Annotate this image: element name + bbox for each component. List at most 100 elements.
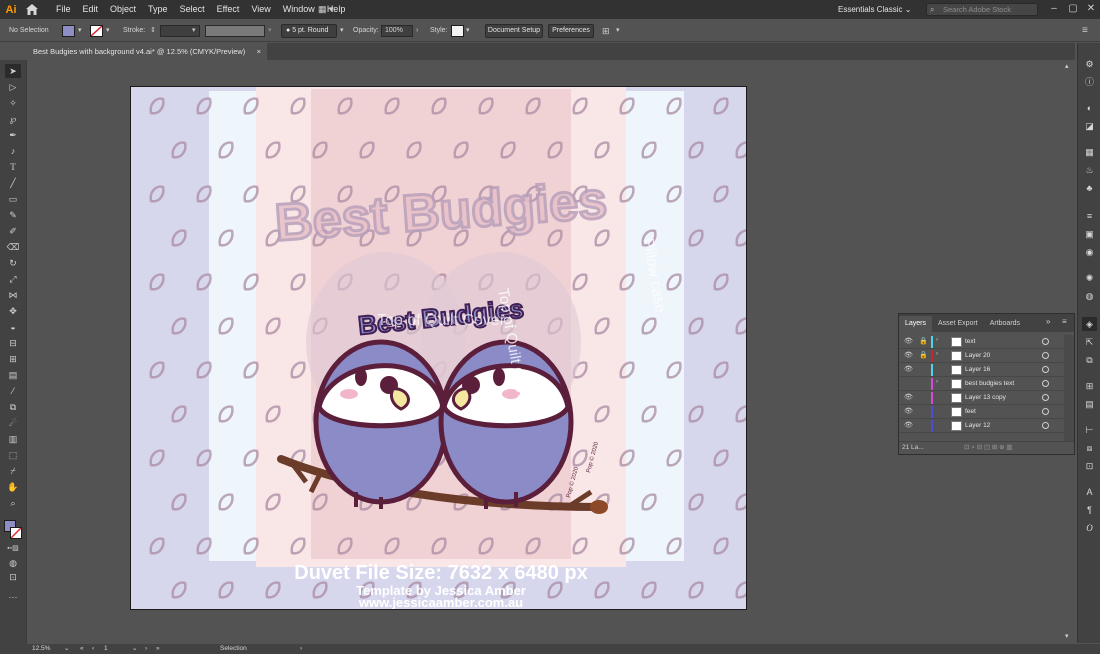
links-icon[interactable]: ⊞	[1082, 379, 1097, 393]
magic-wand-icon[interactable]: ✧	[5, 96, 21, 110]
chevron-right-icon[interactable]: ›	[300, 644, 302, 654]
lock-icon[interactable]: 🔒	[919, 352, 928, 360]
scale-tool-icon[interactable]: ⤢	[5, 272, 21, 286]
tab-asset-export[interactable]: Asset Export	[932, 316, 984, 332]
arrange-icon[interactable]: ⊞	[602, 20, 610, 42]
asset-export-icon[interactable]: ⇱	[1082, 335, 1097, 349]
layer-name[interactable]: Layer 20	[965, 349, 990, 363]
preferences-button[interactable]: Preferences	[548, 24, 594, 38]
layer-row[interactable]: 👁 🔒 › text	[899, 335, 1064, 349]
draw-mode-icon[interactable]: ◍	[5, 556, 21, 570]
chevron-down-icon[interactable]: ⌄	[132, 644, 137, 654]
scroll-up-icon[interactable]: ▴	[1065, 62, 1069, 70]
pen-tool-icon[interactable]: ✒	[5, 128, 21, 142]
workspace-switcher[interactable]: Essentials Classic ⌄	[838, 3, 916, 16]
lock-icon[interactable]	[919, 366, 927, 374]
layer-row[interactable]: 👁 Layer 13 copy	[899, 391, 1064, 405]
appearance-icon[interactable]: ✺	[1082, 271, 1097, 285]
pathfinder-icon[interactable]: ⧈	[1082, 441, 1097, 455]
home-icon[interactable]	[22, 4, 42, 15]
properties-icon[interactable]: ⚙	[1082, 57, 1097, 71]
visibility-eye-icon[interactable]: 👁	[904, 338, 913, 346]
line-tool-icon[interactable]: ╱	[5, 176, 21, 190]
visibility-eye-icon[interactable]: 👁	[904, 366, 913, 374]
artboard-number[interactable]: 1	[104, 644, 108, 654]
graphic-style-swatch[interactable]	[451, 25, 464, 37]
blend-tool-icon[interactable]: ⧉	[5, 400, 21, 414]
chevron-down-icon[interactable]: ▾	[340, 20, 344, 42]
last-artboard-icon[interactable]: »	[156, 644, 160, 654]
search-stock-input[interactable]: ⌕ Search Adobe Stock	[926, 3, 1038, 16]
collapse-panel-icon[interactable]: »	[1046, 317, 1050, 326]
layers-icon[interactable]: ◈	[1082, 317, 1097, 331]
artboard-tool-icon[interactable]: ⬚	[5, 448, 21, 462]
lasso-icon[interactable]: ℘	[5, 112, 21, 126]
tab-artboards[interactable]: Artboards	[984, 316, 1026, 332]
visibility-eye-icon[interactable]: 👁	[904, 352, 913, 360]
screen-mode-icon[interactable]: ⊡	[5, 570, 21, 584]
layer-row[interactable]: › best budgies text	[899, 377, 1064, 391]
chevron-down-icon[interactable]: ⌄	[64, 644, 69, 654]
variable-width-profile[interactable]	[205, 25, 265, 37]
layer-target-icon[interactable]	[1042, 338, 1049, 345]
layer-name[interactable]: best budgies text	[965, 377, 1014, 391]
visibility-eye-icon[interactable]: 👁	[904, 408, 913, 416]
chevron-down-icon[interactable]: ▾	[78, 20, 82, 42]
curvature-tool-icon[interactable]: ♪	[5, 144, 21, 158]
panel-menu-icon[interactable]: ≡	[1082, 20, 1088, 42]
layer-name[interactable]: text	[965, 335, 975, 349]
prev-artboard-icon[interactable]: ‹	[92, 644, 94, 654]
layer-target-icon[interactable]	[1042, 366, 1049, 373]
stroke-color-box[interactable]	[10, 527, 22, 539]
eraser-icon[interactable]: ⌫	[5, 240, 21, 254]
selection-tool-icon[interactable]: ➤	[5, 64, 21, 78]
chevron-down-icon[interactable]: ▾	[106, 20, 110, 42]
layer-name[interactable]: Layer 13 copy	[965, 391, 1006, 405]
lock-icon[interactable]	[919, 394, 927, 402]
transparency-icon[interactable]: ◉	[1082, 245, 1097, 259]
menu-item-select[interactable]: Select	[174, 0, 211, 19]
brushes-icon[interactable]: ♨	[1082, 163, 1097, 177]
document-setup-button[interactable]: Document Setup	[485, 24, 543, 38]
close-tab-icon[interactable]: ×	[257, 43, 261, 60]
first-artboard-icon[interactable]: «	[80, 644, 84, 654]
visibility-eye-icon[interactable]: 👁	[904, 422, 913, 430]
expand-arrow-icon[interactable]: ›	[936, 351, 938, 357]
more-tools-icon[interactable]: ···	[5, 590, 21, 604]
align-icon[interactable]: ⊢	[1082, 423, 1097, 437]
maximize-button[interactable]: ▢	[1066, 2, 1080, 16]
stroke-panel-icon[interactable]: ≡	[1082, 209, 1097, 223]
visibility-eye-icon[interactable]: 👁	[904, 394, 913, 402]
menu-item-edit[interactable]: Edit	[77, 0, 105, 19]
chevron-down-icon[interactable]: ▾	[466, 20, 470, 42]
layer-name[interactable]: Layer 12	[965, 419, 990, 433]
symbols-icon[interactable]: ♣	[1082, 181, 1097, 195]
opacity-input[interactable]: 100%	[381, 25, 413, 37]
brush-definition-dropdown[interactable]: ● 5 pt. Round	[281, 24, 337, 38]
chevron-down-icon[interactable]: ▾	[268, 20, 272, 42]
fill-swatch[interactable]	[62, 25, 75, 37]
type-tool-icon[interactable]: T	[5, 160, 21, 174]
shaper-tool-icon[interactable]: ✐	[5, 224, 21, 238]
layer-row[interactable]: 👁 🔒 › Layer 20	[899, 349, 1064, 363]
puppet-warp-icon[interactable]: ✥	[5, 304, 21, 318]
stroke-stepper[interactable]: ⇕	[150, 20, 156, 42]
artboard[interactable]: Best Budgies Best Budgies Top of Quilt C…	[130, 86, 747, 610]
layers-scrollbar[interactable]	[1064, 335, 1074, 441]
gradient-panel-icon[interactable]: ▣	[1082, 227, 1097, 241]
layer-target-icon[interactable]	[1042, 422, 1049, 429]
color-mode-icon[interactable]: ▪▫▨	[5, 542, 21, 556]
direct-selection-tool-icon[interactable]: ▷	[5, 80, 21, 94]
image-trace-icon[interactable]: ▤	[1082, 397, 1097, 411]
column-graph-icon[interactable]: ▥	[5, 432, 21, 446]
transform-icon[interactable]: ⊡	[1082, 459, 1097, 473]
paintbrush-icon[interactable]: ✎	[5, 208, 21, 222]
slice-tool-icon[interactable]: ⌿	[5, 464, 21, 478]
layer-target-icon[interactable]	[1042, 394, 1049, 401]
visibility-eye-icon[interactable]	[904, 380, 912, 388]
mesh-tool-icon[interactable]: ⊞	[5, 352, 21, 366]
zoom-level[interactable]: 12.5%	[32, 644, 50, 654]
stroke-swatch[interactable]	[90, 25, 103, 37]
lock-icon[interactable]: 🔒	[919, 338, 928, 346]
layer-target-icon[interactable]	[1042, 408, 1049, 415]
